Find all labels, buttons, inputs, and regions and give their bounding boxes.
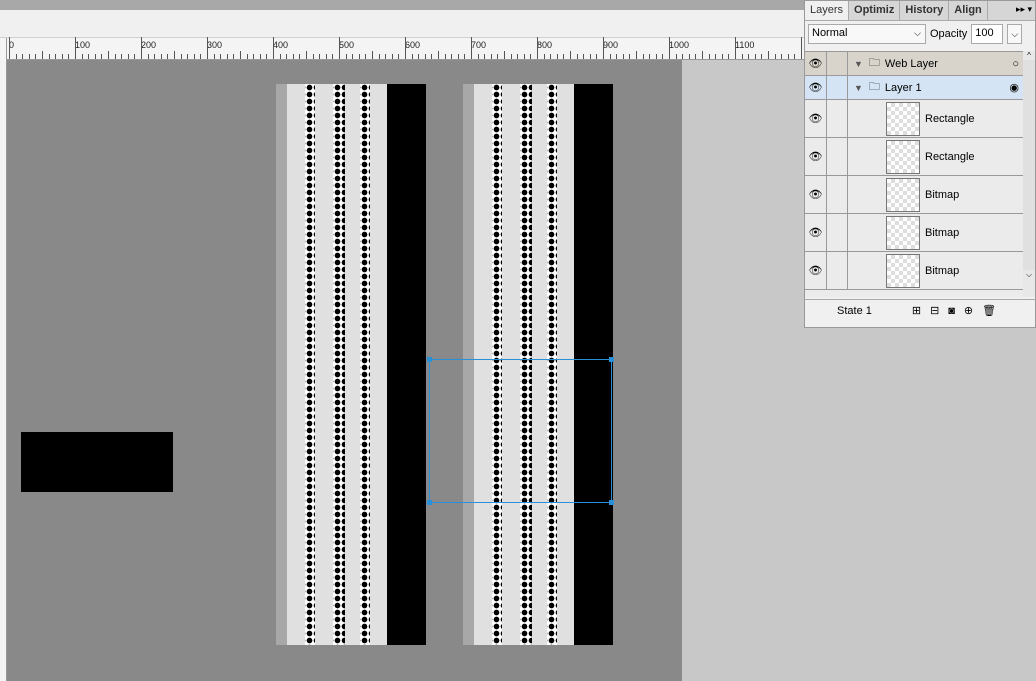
layer-name: Bitmap xyxy=(925,188,960,201)
lock-toggle[interactable] xyxy=(827,214,848,251)
folder-icon: 🗀 xyxy=(868,81,880,93)
eye-icon[interactable]: 👁 xyxy=(805,52,827,75)
eye-icon[interactable]: 👁 xyxy=(805,100,827,137)
ruler-label: 400 xyxy=(273,40,289,50)
lock-toggle[interactable] xyxy=(827,100,848,137)
stripe[interactable] xyxy=(370,84,387,645)
eye-icon[interactable]: 👁 xyxy=(805,252,827,289)
layer-row[interactable]: 👁 Bitmap xyxy=(805,214,1023,252)
handle[interactable] xyxy=(427,500,432,505)
layer-thumbnail xyxy=(886,253,920,288)
layer-row[interactable]: 👁 Bitmap xyxy=(805,176,1023,214)
layer-name: Bitmap xyxy=(925,264,960,277)
eye-icon[interactable]: 👁 xyxy=(805,76,827,99)
stripe[interactable] xyxy=(276,84,287,645)
lock-toggle[interactable] xyxy=(827,252,848,289)
ruler-label: 300 xyxy=(207,40,223,50)
panel-menu-icon[interactable]: ▸▸ ▾ xyxy=(988,1,1035,20)
layer-name: Rectangle xyxy=(925,150,975,163)
lock-toggle[interactable] xyxy=(827,138,848,175)
handle[interactable] xyxy=(609,357,614,362)
layer-row[interactable]: 👁 Rectangle xyxy=(805,138,1023,176)
layer-thumbnail xyxy=(886,215,920,250)
ruler-label: 700 xyxy=(471,40,487,50)
eye-icon[interactable]: 👁 xyxy=(805,214,827,251)
layer-row[interactable]: 👁 Bitmap xyxy=(805,252,1023,290)
opacity-input[interactable]: 100 xyxy=(971,24,1004,44)
layer-name: Web Layer xyxy=(884,57,938,70)
ruler-label: 200 xyxy=(141,40,157,50)
tab-layers[interactable]: Layers xyxy=(805,1,850,20)
expand-triangle-icon[interactable]: ▼ xyxy=(854,83,863,93)
layer-radio-icon[interactable]: ○ xyxy=(1012,58,1019,70)
eye-icon[interactable]: 👁 xyxy=(805,176,827,213)
eye-icon[interactable]: 👁 xyxy=(805,138,827,175)
ruler-label: 600 xyxy=(405,40,421,50)
pattern-stripe[interactable] xyxy=(305,84,315,645)
panel-buttons[interactable]: ⊞⊟◙⊕🗑 xyxy=(912,304,1005,317)
ruler-label: 1100 xyxy=(735,40,755,50)
state-label[interactable]: State 1 xyxy=(837,305,872,317)
opacity-dropdown[interactable]: ⌵ xyxy=(1007,24,1023,44)
blend-mode-value: Normal xyxy=(812,27,848,39)
handle[interactable] xyxy=(427,357,432,362)
stripe[interactable] xyxy=(387,84,426,645)
stripe[interactable] xyxy=(345,84,360,645)
layer-name: Layer 1 xyxy=(884,81,922,94)
tab-align[interactable]: Align xyxy=(949,1,988,20)
selection-box[interactable] xyxy=(427,357,614,505)
layers-panel: Layers Optimiz History Align ▸▸ ▾ Normal… xyxy=(804,0,1036,328)
pattern-stripe[interactable] xyxy=(360,84,370,645)
scrollbar[interactable]: ^ ⌵ xyxy=(1023,51,1035,297)
layer-row[interactable]: 👁 ▼ 🗀 Web Layer ○ xyxy=(805,52,1023,76)
active-layer-radio-icon[interactable]: ◉ xyxy=(1009,81,1019,94)
lock-toggle[interactable] xyxy=(827,176,848,213)
ruler-label: 800 xyxy=(537,40,553,50)
tab-history[interactable]: History xyxy=(900,1,950,20)
tab-optimize[interactable]: Optimiz xyxy=(849,1,901,20)
layer-name: Bitmap xyxy=(925,226,960,239)
ruler-label: 900 xyxy=(603,40,619,50)
handle[interactable] xyxy=(609,500,614,505)
layer-thumbnail xyxy=(886,139,920,174)
lock-toggle[interactable] xyxy=(827,52,848,75)
layer-name: Rectangle xyxy=(925,112,975,125)
layer-thumbnail xyxy=(886,101,920,136)
opacity-label: Opacity xyxy=(930,28,968,40)
layer-row[interactable]: 👁 Rectangle xyxy=(805,100,1023,138)
vertical-ruler[interactable] xyxy=(0,38,7,681)
pattern-stripe[interactable] xyxy=(333,84,345,645)
black-rectangle[interactable] xyxy=(21,432,173,492)
ruler-label: 100 xyxy=(75,40,91,50)
expand-triangle-icon[interactable]: ▼ xyxy=(854,59,863,69)
layer-row[interactable]: 👁 ▼ 🗀 Layer 1 ◉ xyxy=(805,76,1023,100)
layer-thumbnail xyxy=(886,177,920,212)
stripe[interactable] xyxy=(287,84,305,645)
folder-icon: 🗀 xyxy=(868,57,880,69)
chevron-down-icon: ⌵ xyxy=(914,28,921,38)
stripe[interactable] xyxy=(315,84,333,645)
ruler-label: 500 xyxy=(339,40,355,50)
blend-mode-select[interactable]: Normal ⌵ xyxy=(808,24,926,44)
lock-toggle[interactable] xyxy=(827,76,848,99)
ruler-label: 1000 xyxy=(669,40,690,50)
